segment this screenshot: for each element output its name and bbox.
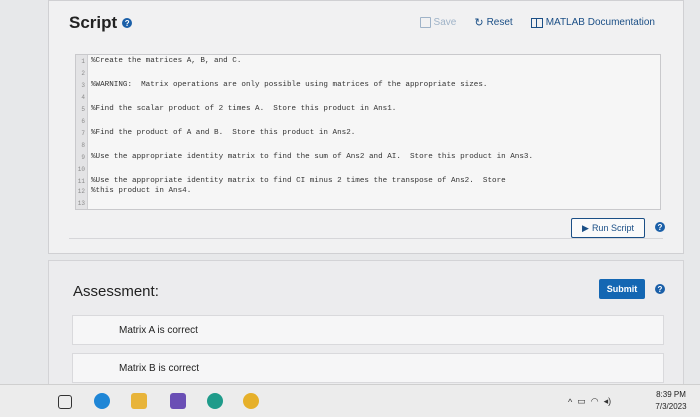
script-toolbar: Save ↻ Reset MATLAB Documentation [419,16,655,29]
assessment-title: Assessment: [73,283,159,300]
assessment-panel: Assessment: Submit ? Matrix A is correct… [48,260,684,385]
system-tray: ^ ▭ ◠ ◂) [568,396,611,407]
line-number: 4 [81,93,85,101]
line-number: 8 [81,141,85,149]
code-text: %Find the product of A and B. Store this… [91,129,356,137]
edge-browser-icon[interactable] [94,393,110,409]
chrome-browser-icon[interactable] [243,393,259,409]
clock-date: 7/3/2023 [655,402,687,411]
task-view-icon[interactable] [58,395,72,409]
help-icon[interactable]: ? [122,18,133,28]
script-title: Script ? [69,13,133,33]
line-number: 3 [81,81,85,89]
run-script-label: Run Script [591,223,634,233]
code-line[interactable]: 7 %Find the product of A and B. Store thi… [76,128,660,138]
code-text: %Find the scalar product of 2 times A. S… [91,105,397,113]
save-icon [419,17,431,28]
line-number: 10 [77,165,85,173]
wifi-icon[interactable]: ◠ [591,396,599,407]
save-label: Save [433,17,457,28]
code-line[interactable]: 12 %this product in Ans4. [76,186,660,196]
code-line[interactable]: 6 [76,116,660,126]
matlab-documentation-link[interactable]: MATLAB Documentation [530,17,655,28]
battery-icon[interactable]: ▭ [577,396,586,407]
clock-time: 8:39 PM [656,390,686,399]
page: Script ? Save ↻ Reset MATLAB Documentati… [0,0,700,385]
code-text: %Use the appropriate identity matrix to … [91,177,506,185]
taskbar-clock[interactable]: 8:39 PM 7/3/2023 [648,389,694,413]
script-title-text: Script [69,13,118,32]
save-button[interactable]: Save [419,17,457,28]
code-line[interactable]: 3 %WARNING: Matrix operations are only po… [76,80,660,90]
reset-label: Reset [486,17,513,28]
line-number: 5 [81,105,85,113]
code-text: %WARNING: Matrix operations are only pos… [91,81,488,89]
code-text: %Create the matrices A, B, and C. [91,57,242,65]
line-number: 12 [77,187,85,195]
run-script-button[interactable]: ▶ Run Script [571,218,645,238]
line-number: 1 [81,57,85,65]
code-line[interactable]: 8 [76,140,660,150]
play-icon: ▶ [582,222,589,233]
code-line[interactable]: 2 [76,68,660,78]
code-editor[interactable]: 1 %Create the matrices A, B, and C. 2 3 %W… [75,54,661,210]
line-number: 13 [77,199,85,207]
code-line[interactable]: 13 [76,198,660,208]
code-line[interactable]: 4 [76,92,660,102]
matlab-doc-icon [530,17,543,28]
line-number: 9 [81,153,85,161]
file-explorer-icon[interactable] [131,393,147,409]
assessment-test-item[interactable]: Matrix A is correct [72,315,664,345]
help-icon[interactable]: ? [655,284,665,294]
code-text: %Use the appropriate identity matrix to … [91,153,534,161]
volume-icon[interactable]: ◂) [604,396,612,407]
code-line[interactable]: 10 [76,164,660,174]
store-icon[interactable] [170,393,186,409]
code-line[interactable]: 5 %Find the scalar product of 2 times A. … [76,104,660,114]
doc-label: MATLAB Documentation [545,17,655,28]
code-text: %this product in Ans4. [91,187,192,195]
chevron-up-icon[interactable]: ^ [568,397,572,407]
line-number: 2 [81,69,85,77]
script-panel: Script ? Save ↻ Reset MATLAB Documentati… [48,0,684,254]
reset-button[interactable]: ↻ Reset [474,16,512,29]
help-icon[interactable]: ? [655,222,665,232]
code-line[interactable]: 11 %Use the appropriate identity matrix t… [76,176,660,186]
code-line[interactable]: 9 %Use the appropriate identity matrix to… [76,152,660,162]
line-number: 6 [81,117,85,125]
windows-taskbar: ^ ▭ ◠ ◂) 8:39 PM 7/3/2023 [0,384,700,417]
app-icon[interactable] [207,393,223,409]
reset-icon: ↻ [474,17,484,29]
submit-button[interactable]: Submit [599,279,645,299]
line-number: 11 [77,177,85,185]
code-line[interactable]: 1 %Create the matrices A, B, and C. [76,56,660,66]
assessment-test-item[interactable]: Matrix B is correct [72,353,664,383]
divider [69,238,663,239]
line-number: 7 [81,129,85,137]
